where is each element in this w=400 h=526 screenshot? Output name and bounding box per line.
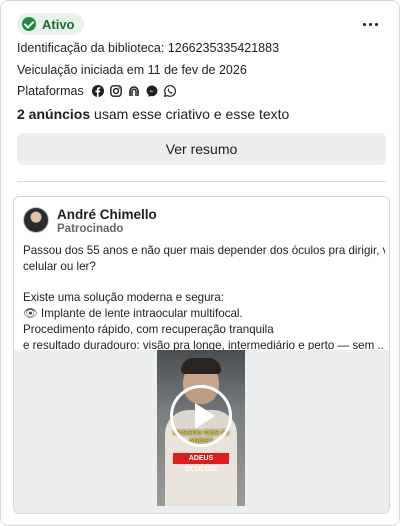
see-summary-button[interactable]: Ver resumo (17, 133, 386, 165)
ad-preview: André Chimello Patrocinado Passou dos 55… (13, 196, 390, 514)
ads-count-text: 2 anúncios usam esse criativo e esse tex… (17, 106, 289, 122)
facebook-icon (91, 85, 104, 97)
card-header: Ativo (17, 13, 383, 35)
platforms-label: Plataformas (17, 84, 84, 98)
ad-library-card: Ativo Identificação da biblioteca: 12662… (0, 0, 400, 526)
eye-icon: 👁 (23, 307, 38, 321)
ad-body-line: Procedimento rápido, com recuperação tra… (23, 322, 274, 336)
divider (17, 181, 386, 182)
ad-body-line: celular ou ler? (23, 259, 96, 273)
sponsored-label: Patrocinado (57, 223, 124, 235)
ad-body-line: Existe uma solução moderna e segura: (23, 291, 225, 305)
start-date: Veiculação iniciada em 11 de fev de 2026 (17, 63, 247, 77)
whatsapp-icon (163, 85, 176, 97)
platforms-row: Plataformas (17, 84, 182, 98)
video-caption-banner: ADEUS ÓCULOS! (173, 453, 229, 473)
ads-count-bold: 2 anúncios (17, 106, 91, 122)
advertiser-avatar[interactable] (23, 207, 49, 233)
more-options-button[interactable] (359, 15, 381, 33)
ad-body-spacer (23, 275, 385, 291)
more-dot (368, 22, 372, 26)
messenger-icon (146, 85, 158, 97)
status-label: Ativo (42, 16, 75, 32)
check-circle-icon (22, 17, 36, 31)
ad-body-line-text: Implante de lente intraocular multifocal… (41, 307, 243, 321)
ad-media: PASSOU DOS 55 ANOS? ADEUS ÓCULOS! (14, 350, 389, 513)
ads-count-rest: usam esse criativo e esse texto (90, 106, 290, 122)
ad-body-line: 👁 Implante de lente intraocular multifoca… (23, 306, 385, 322)
more-dot (374, 22, 378, 26)
library-id: Identificação da biblioteca: 12662353354… (17, 41, 280, 55)
more-horizontal-icon (362, 22, 366, 26)
advertiser-name[interactable]: André Chimello (57, 207, 157, 222)
audience-network-icon (128, 86, 139, 96)
video-thumbnail[interactable]: PASSOU DOS 55 ANOS? ADEUS ÓCULOS! (157, 350, 245, 506)
instagram-icon (109, 85, 122, 97)
person-hair (181, 358, 221, 374)
ad-body-line: Passou dos 55 anos e não quer mais depen… (23, 244, 385, 257)
ad-body-text: Passou dos 55 anos e não quer mais depen… (23, 243, 385, 354)
status-badge: Ativo (17, 13, 84, 35)
play-icon[interactable] (170, 385, 232, 447)
